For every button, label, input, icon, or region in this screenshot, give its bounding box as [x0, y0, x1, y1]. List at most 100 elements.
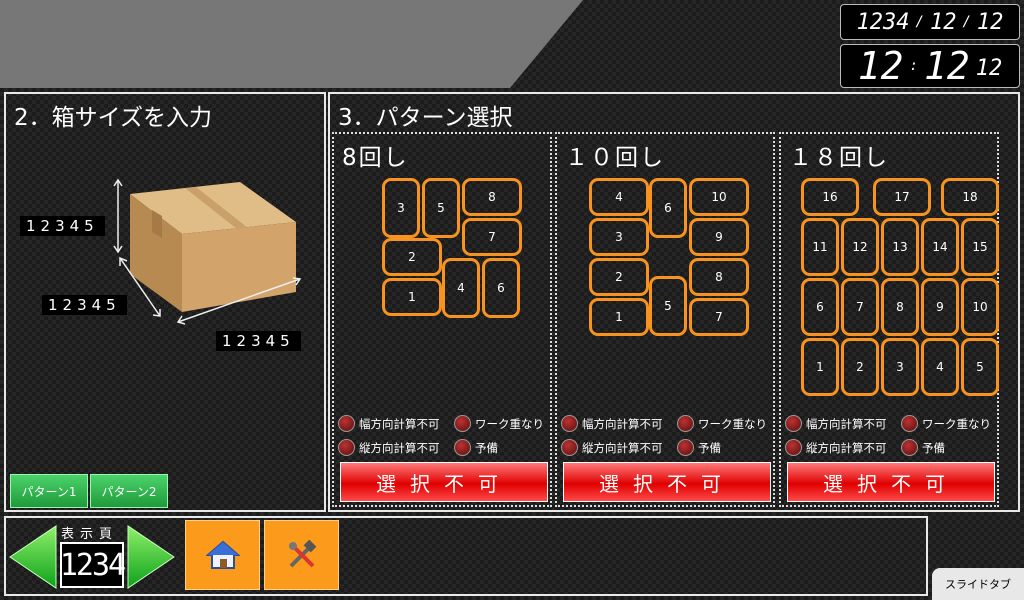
width-value[interactable]: 12345 [216, 331, 301, 351]
pattern-box: 2 [589, 258, 649, 296]
pattern-box: 7 [689, 298, 749, 336]
status-spare: 予備 [677, 439, 721, 456]
status-label: ワーク重なり [475, 416, 544, 431]
arrow-right-icon[interactable] [126, 524, 176, 590]
status-length-error: 縦方向計算不可 [561, 439, 663, 456]
slide-tab[interactable]: スライドタブ [932, 568, 1024, 600]
status-width-error: 幅方向計算不可 [785, 415, 887, 432]
status-length-error: 縦方向計算不可 [338, 439, 440, 456]
status-label: 幅方向計算不可 [359, 416, 440, 431]
header-banner [0, 0, 583, 88]
pattern-box: 11 [801, 218, 839, 276]
pattern-10-select-button[interactable]: 選択不可 [563, 462, 771, 502]
pattern-box: 6 [801, 278, 839, 336]
pattern-box: 13 [881, 218, 919, 276]
status-lamp-icon [454, 439, 471, 456]
tools-icon [288, 540, 316, 568]
pattern-8-title: 8回し [342, 145, 409, 171]
pattern-box: 2 [382, 238, 442, 276]
status-label: ワーク重なり [698, 416, 767, 431]
pattern-2-button[interactable]: パターン2 [90, 474, 168, 508]
pattern-10-title: １０回し [565, 145, 665, 171]
pattern-18-select-button[interactable]: 選択不可 [787, 462, 995, 502]
pattern-box: 7 [841, 278, 879, 336]
pattern-box: 9 [921, 278, 959, 336]
pattern-box: 17 [873, 178, 931, 216]
status-lamp-icon [901, 415, 918, 432]
status-spare: 予備 [454, 439, 498, 456]
status-lamp-icon [561, 415, 578, 432]
pattern-box: 7 [462, 218, 522, 256]
pattern-box: 1 [382, 278, 442, 316]
pattern-18-title: １８回し [789, 145, 889, 171]
cardboard-box-image [113, 178, 302, 325]
pattern-box: 4 [921, 338, 959, 396]
pattern-select-title: 3．パターン選択 [338, 105, 513, 131]
pattern-box: 10 [961, 278, 999, 336]
pattern-18-card[interactable]: １８回し 16 17 18 11 12 13 14 15 6 7 8 9 10 … [779, 132, 999, 507]
pattern-1-button[interactable]: パターン1 [10, 474, 88, 508]
pattern-box: 5 [649, 276, 687, 336]
status-label: 予備 [475, 440, 498, 455]
pattern-8-select-button[interactable]: 選択不可 [340, 462, 548, 502]
status-label: 縦方向計算不可 [806, 440, 887, 455]
status-width-error: 幅方向計算不可 [338, 415, 440, 432]
time-minute: 12 [923, 44, 970, 88]
time-second: 12 [975, 56, 1003, 81]
home-icon [205, 540, 240, 569]
date-day: 12 [976, 9, 1004, 35]
arrow-left-icon[interactable] [8, 524, 58, 590]
status-label: 縦方向計算不可 [582, 440, 663, 455]
pattern-box: 12 [841, 218, 879, 276]
time-display: 12 : 12 12 [840, 44, 1020, 88]
status-label: ワーク重なり [922, 416, 991, 431]
status-length-error: 縦方向計算不可 [785, 439, 887, 456]
status-label: 幅方向計算不可 [806, 416, 887, 431]
pattern-box: 10 [689, 178, 749, 216]
pattern-box: 3 [881, 338, 919, 396]
settings-button[interactable] [264, 520, 339, 590]
depth-value[interactable]: 12345 [42, 295, 127, 315]
status-overlap: ワーク重なり [901, 415, 991, 432]
pattern-box: 1 [589, 298, 649, 336]
status-lamp-icon [677, 415, 694, 432]
status-label: 縦方向計算不可 [359, 440, 440, 455]
home-button[interactable] [185, 520, 260, 590]
date-year: 1234 [856, 9, 910, 35]
status-lamp-icon [677, 439, 694, 456]
time-separator: : [909, 58, 918, 74]
box-size-title: 2．箱サイズを入力 [14, 105, 212, 131]
date-month: 12 [929, 9, 957, 35]
status-lamp-icon [785, 415, 802, 432]
pattern-8-card[interactable]: 8回し 3 5 8 7 2 1 4 6 幅方向計算不可 ワーク重なり 縦方向計算… [332, 132, 552, 507]
pattern-box: 14 [921, 218, 959, 276]
pattern-box: 5 [961, 338, 999, 396]
status-lamp-icon [338, 415, 355, 432]
status-lamp-icon [785, 439, 802, 456]
pattern-box: 4 [589, 178, 649, 216]
status-lamp-icon [454, 415, 471, 432]
status-lamp-icon [338, 439, 355, 456]
pattern-box: 2 [841, 338, 879, 396]
pattern-10-card[interactable]: １０回し 4 6 10 3 9 2 8 1 5 7 幅方向計算不可 ワーク重なり… [555, 132, 775, 507]
page-number-display[interactable]: 1234 [60, 542, 126, 588]
height-value[interactable]: 12345 [20, 216, 105, 236]
status-lamp-icon [561, 439, 578, 456]
pattern-box: 8 [462, 178, 522, 216]
page-label: 表示頁 [61, 527, 119, 542]
pattern-box: 16 [801, 178, 859, 216]
date-display: 1234 / 12 / 12 [840, 4, 1020, 40]
pattern-box: 3 [589, 218, 649, 256]
pattern-box: 8 [881, 278, 919, 336]
status-spare: 予備 [901, 439, 945, 456]
pattern-box: 15 [961, 218, 999, 276]
status-lamp-icon [901, 439, 918, 456]
status-label: 予備 [922, 440, 945, 455]
pattern-box: 6 [649, 178, 687, 238]
status-overlap: ワーク重なり [677, 415, 767, 432]
pattern-box: 3 [382, 178, 420, 238]
status-width-error: 幅方向計算不可 [561, 415, 663, 432]
status-overlap: ワーク重なり [454, 415, 544, 432]
status-label: 予備 [698, 440, 721, 455]
pattern-box: 6 [482, 258, 520, 318]
